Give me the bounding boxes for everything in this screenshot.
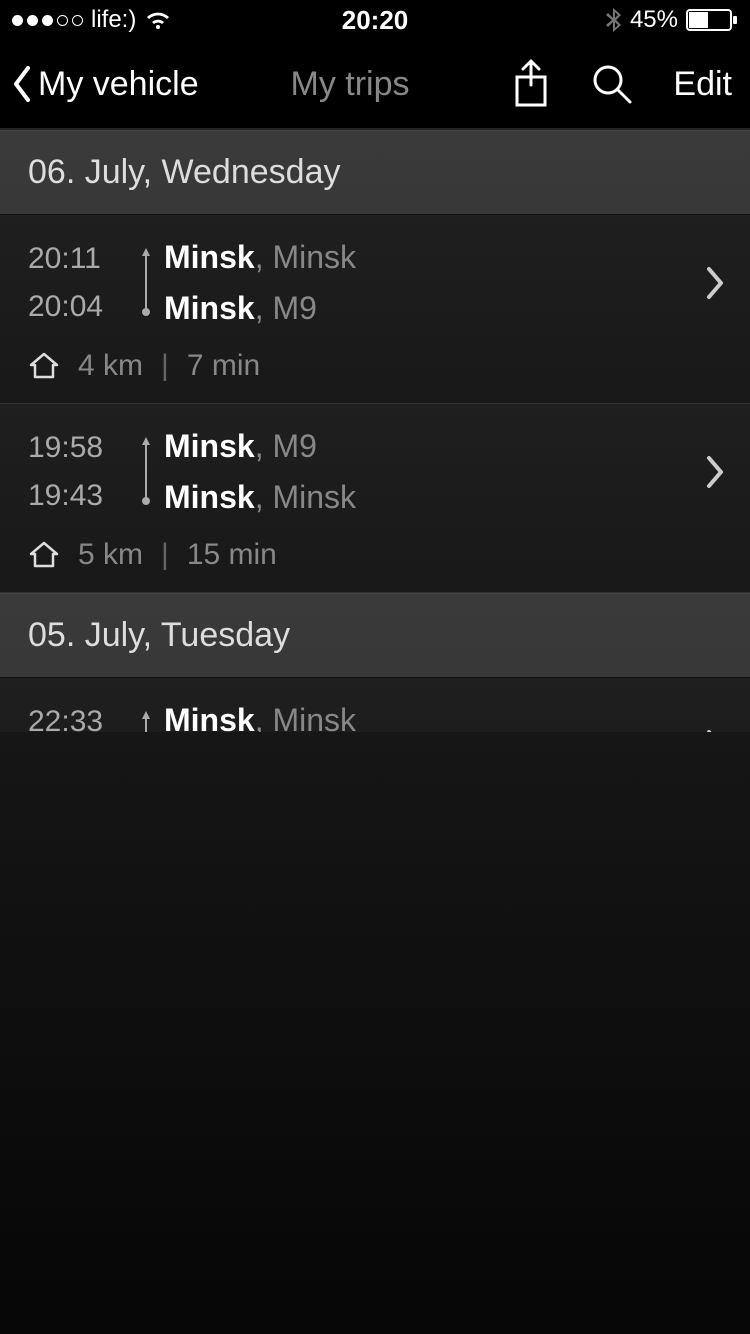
carrier-label: life:) <box>91 6 136 34</box>
trip-start-time: 19:43 <box>28 479 128 513</box>
trip-distance: 4 km <box>78 349 143 383</box>
page-title: My trips <box>189 65 512 104</box>
separator: | <box>161 538 169 572</box>
share-button[interactable] <box>511 59 551 109</box>
battery-percent-label: 45% <box>630 6 678 34</box>
trip-end-time: 22:33 <box>28 705 128 732</box>
separator: | <box>161 349 169 383</box>
trip-duration: 15 min <box>187 538 277 572</box>
navbar: My vehicle My trips Edit <box>0 40 750 130</box>
trip-end-time: 20:11 <box>28 242 128 276</box>
wifi-icon <box>144 9 172 31</box>
trip-distance: 5 km <box>78 538 143 572</box>
clock-label: 20:20 <box>342 5 409 36</box>
route-line-icon <box>128 709 164 732</box>
signal-strength-icon <box>12 15 83 26</box>
back-label: My vehicle <box>38 65 199 104</box>
route-line-icon <box>128 435 164 509</box>
edit-button[interactable]: Edit <box>673 65 732 104</box>
back-button[interactable]: My vehicle <box>10 64 199 104</box>
trip-start-location: Minsk, M9 <box>164 290 700 327</box>
search-button[interactable] <box>591 63 633 105</box>
trip-duration: 7 min <box>187 349 260 383</box>
trip-end-location: Minsk, Minsk <box>164 239 700 276</box>
bluetooth-icon <box>606 7 622 33</box>
chevron-right-icon <box>700 266 730 300</box>
home-icon <box>28 351 60 381</box>
status-bar: life:) 20:20 45% <box>0 0 750 40</box>
battery-icon <box>686 9 738 31</box>
trip-end-location: Minsk, Minsk <box>164 702 700 732</box>
date-section-header: 06. July, Wednesday <box>0 130 750 215</box>
route-line-icon <box>128 246 164 320</box>
trips-list[interactable]: 06. July, Wednesday 20:11 20:04 Minsk, M… <box>0 130 750 732</box>
trip-row[interactable]: 20:11 20:04 Minsk, Minsk Minsk, M9 <box>0 215 750 404</box>
trip-start-time: 20:04 <box>28 290 128 324</box>
chevron-left-icon <box>10 64 32 104</box>
trip-end-time: 19:58 <box>28 431 128 465</box>
trip-row[interactable]: 19:58 19:43 Minsk, M9 Minsk, Minsk <box>0 404 750 593</box>
chevron-right-icon <box>700 455 730 489</box>
trip-row[interactable]: 22:33 22:27 Minsk, Minsk Minsk, Minsk <box>0 678 750 732</box>
trip-start-location: Minsk, Minsk <box>164 479 700 516</box>
date-section-header: 05. July, Tuesday <box>0 593 750 678</box>
trip-end-location: Minsk, M9 <box>164 428 700 465</box>
home-icon <box>28 540 60 570</box>
